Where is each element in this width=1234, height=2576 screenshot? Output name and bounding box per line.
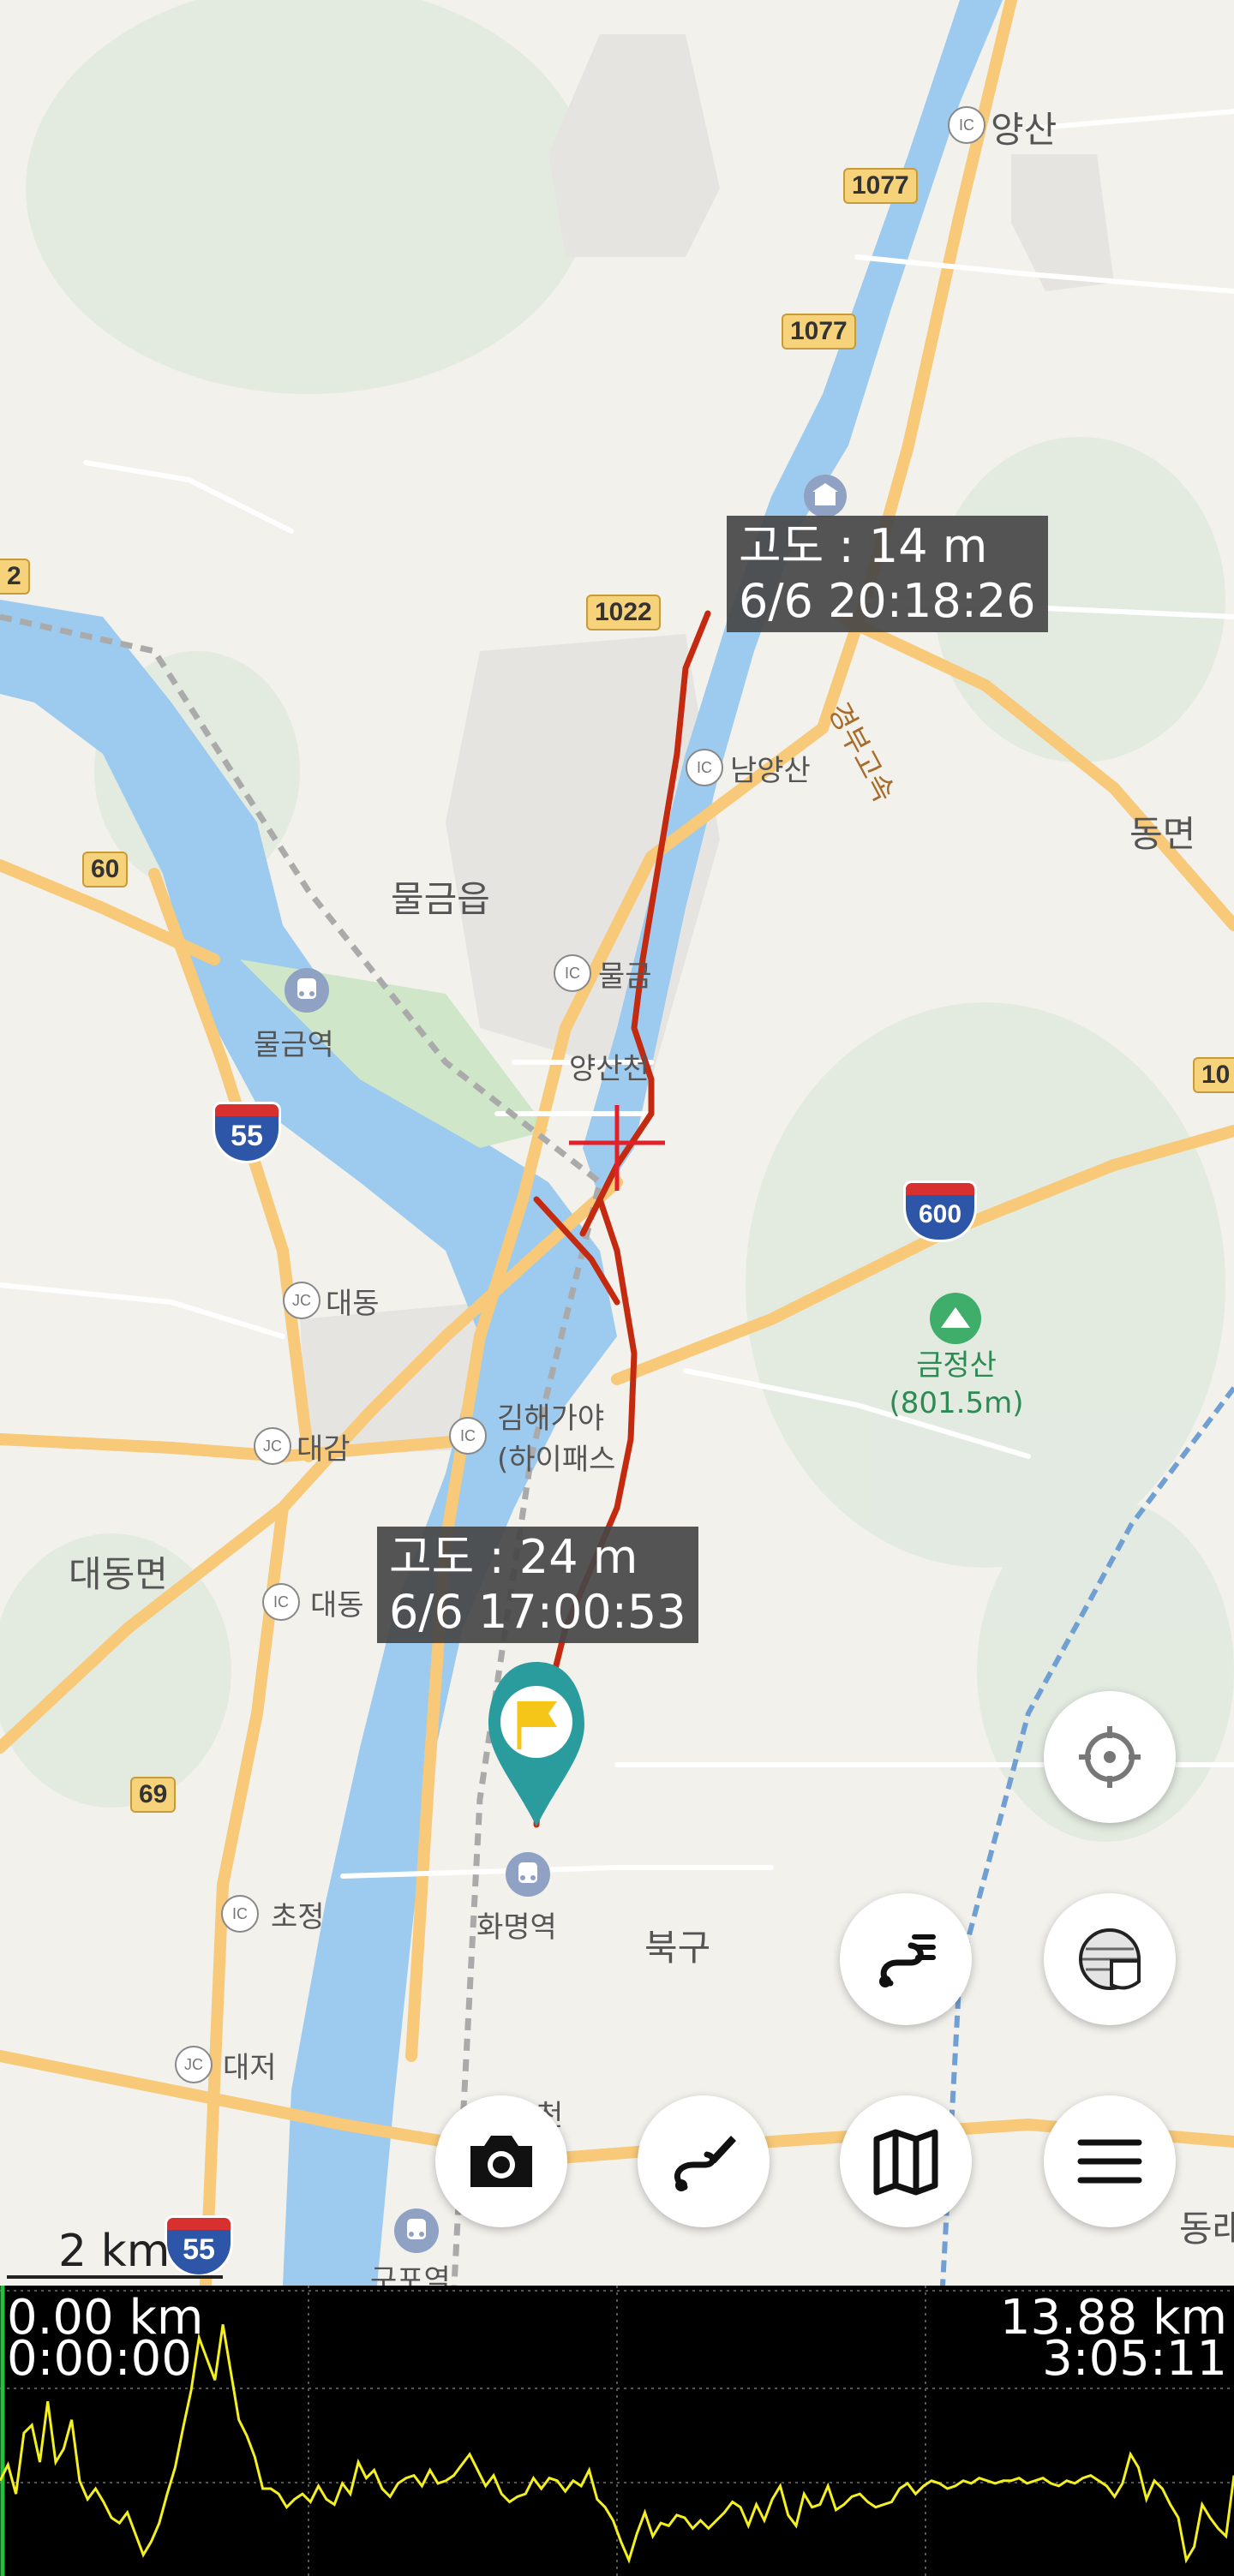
chojeong-ic-icon: IC xyxy=(221,1895,259,1933)
road-shield-2: 2 xyxy=(0,559,30,595)
start-timestamp: 6/6 17:00:53 xyxy=(389,1585,686,1639)
label-daedongmyeon: 대동면 xyxy=(69,1553,168,1595)
start-point-tooltip: 고도 : 24 m 6/6 17:00:53 xyxy=(377,1527,698,1643)
landmark-icon xyxy=(804,475,847,517)
station-icon xyxy=(285,968,329,1013)
gimhae-ic-icon: IC xyxy=(449,1417,487,1455)
highway-number: 600 xyxy=(903,1195,977,1242)
highway-shield-55: 55 xyxy=(213,1102,281,1165)
namyangsan-ic-icon: IC xyxy=(686,749,723,786)
camera-button[interactable] xyxy=(435,2095,567,2227)
map-icon xyxy=(873,2129,938,2196)
start-marker xyxy=(488,1662,584,1826)
label-bukgu: 북구 xyxy=(644,1927,711,1969)
label-chojeong: 초정 xyxy=(271,1900,325,1934)
map-view[interactable]: IC 양산 IC 남양산 동면 물금읍 IC 물금 물금역 양산천 JC 대동 … xyxy=(0,0,1234,2286)
label-daedong-jc: 대동 xyxy=(326,1287,380,1321)
mountain-icon xyxy=(930,1293,981,1344)
road-shield-60: 60 xyxy=(82,852,129,888)
label-daejeo: 대저 xyxy=(223,2051,277,2085)
label-dongmyeon: 동면 xyxy=(1129,813,1196,855)
menu-button[interactable] xyxy=(1044,2095,1176,2227)
highway-shield-600: 600 xyxy=(903,1180,977,1244)
scale-bar: 2 km xyxy=(7,2226,223,2282)
route-list-button[interactable] xyxy=(840,1893,972,2025)
end-point-tooltip: 고도 : 14 m 6/6 20:18:26 xyxy=(727,516,1048,632)
my-location-button[interactable] xyxy=(1044,1691,1176,1823)
camera-icon xyxy=(470,2136,532,2187)
draw-route-icon xyxy=(674,2136,736,2191)
daedong-ic-icon: IC xyxy=(262,1583,300,1621)
station-icon xyxy=(394,2208,439,2253)
daegam-jc-icon: JC xyxy=(254,1427,291,1465)
label-hwamyeong-station: 화명역 xyxy=(476,1910,557,1945)
label-yangsan: 양산 xyxy=(991,109,1057,151)
crosshair-icon xyxy=(1079,1726,1141,1788)
scale-line xyxy=(7,2275,223,2279)
label-gimhae-gaya: 김해가야 xyxy=(497,1402,605,1436)
start-elevation: 고도 : 24 m xyxy=(389,1530,638,1584)
end-timestamp: 6/6 20:18:26 xyxy=(739,574,1036,628)
layers-icon xyxy=(1079,1928,1141,1990)
route-icon xyxy=(879,1934,936,1987)
start-time: 0:00:00 xyxy=(7,2331,192,2387)
scale-label: 2 km xyxy=(58,2226,171,2277)
label-mulgeumeup: 물금읍 xyxy=(391,878,490,920)
road-shield-1022: 1022 xyxy=(586,595,661,631)
draw-route-button[interactable] xyxy=(638,2095,770,2227)
road-shield-10: 10 xyxy=(1193,1057,1234,1093)
map-type-button[interactable] xyxy=(840,2095,972,2227)
label-geumjeongsan-name: 금정산 xyxy=(916,1348,997,1383)
label-yangsancheon: 양산천 xyxy=(569,1052,650,1086)
road-shield-1077: 1077 xyxy=(843,168,918,204)
elevation-panel[interactable]: 0.00 km 0:00:00 13.88 km 3:05:11 xyxy=(0,2286,1234,2576)
label-daegam: 대감 xyxy=(297,1432,350,1467)
total-time: 3:05:11 xyxy=(1042,2331,1227,2387)
label-dongrae: 동래 xyxy=(1179,2208,1234,2250)
highway-number: 55 xyxy=(213,1116,281,1163)
road-shield-69: 69 xyxy=(130,1777,177,1813)
station-icon xyxy=(506,1852,550,1897)
label-mulgeum-station: 물금역 xyxy=(254,1028,334,1062)
label-geumjeongsan: 금정산 (801.5m) xyxy=(888,1347,1025,1422)
road-shield-1077: 1077 xyxy=(782,314,856,350)
daedong-jc-icon: JC xyxy=(283,1282,320,1319)
label-mulgeum-ic: 물금 xyxy=(598,959,652,994)
end-elevation: 고도 : 14 m xyxy=(739,519,988,573)
daejeo-jc-icon: JC xyxy=(175,2046,213,2083)
mulgeum-ic-icon: IC xyxy=(554,954,591,992)
menu-icon xyxy=(1077,2139,1142,2184)
label-geumjeongsan-elev: (801.5m) xyxy=(889,1386,1024,1420)
layers-button[interactable] xyxy=(1044,1893,1176,2025)
label-gimhae-gaya-sub: (하이패스 xyxy=(497,1443,616,1477)
label-gupo-station: 구포역 xyxy=(370,2263,451,2286)
label-daedong-ic: 대동 xyxy=(310,1588,364,1623)
label-namyangsan: 남양산 xyxy=(730,754,811,788)
yangsan-ic-icon: IC xyxy=(948,106,985,144)
